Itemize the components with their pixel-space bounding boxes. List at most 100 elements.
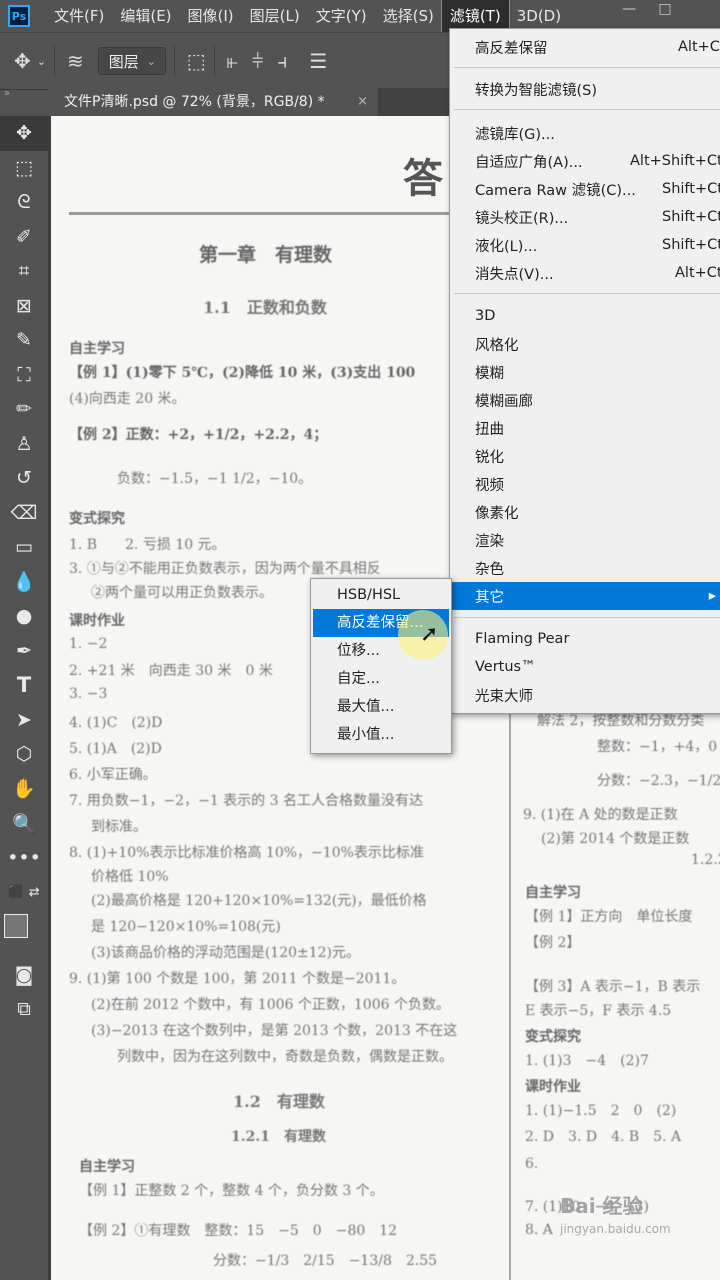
text-line: ②两个量可以用正负数表示。: [91, 585, 273, 601]
quick-mask-icon[interactable]: ◙: [0, 958, 48, 993]
menu-item-stylize[interactable]: 风格化: [450, 330, 720, 358]
watermark-url: jingyan.baidu.com: [560, 1222, 671, 1236]
color-swatches[interactable]: [0, 910, 48, 958]
swap-colors-icon[interactable]: ⬛ ⇄: [0, 875, 48, 910]
menu-select[interactable]: 选择(S): [375, 0, 442, 32]
brush-tool-icon[interactable]: ✏: [0, 392, 48, 427]
menu-item-convert-smart-filters[interactable]: 转换为智能滤镜(S): [450, 75, 720, 103]
text-line: 2. +21 米 向西走 30 米 0 米: [69, 663, 273, 679]
minimize-icon[interactable]: —: [614, 0, 644, 20]
move-tool-icon[interactable]: ✥: [0, 116, 48, 151]
marquee-tool-icon[interactable]: ⬚: [0, 151, 48, 186]
menu-item-label: 模糊画廊: [475, 393, 533, 410]
eraser-tool-icon[interactable]: ⌫: [0, 496, 48, 531]
zoom-tool-icon[interactable]: 🔍: [0, 806, 48, 841]
auto-select-dropdown[interactable]: 图层 ⌄: [97, 47, 166, 75]
menu-item-adaptive-wide-angle[interactable]: 自适应广角(A)... Alt+Shift+Ct: [450, 147, 720, 175]
stamp-tool-icon[interactable]: ♙: [0, 427, 48, 462]
menu-item-label: 视频: [475, 477, 504, 494]
submenu-item-minimum[interactable]: 最小值...: [313, 721, 449, 749]
align-center-icon[interactable]: ⫩: [252, 49, 263, 73]
menu-item-shortcut: Alt+C: [678, 39, 720, 55]
menu-item-distort[interactable]: 扭曲: [450, 414, 720, 442]
menu-item-3d[interactable]: 3D: [450, 302, 720, 330]
frame-tool-icon[interactable]: ⊠: [0, 289, 48, 324]
text-line: 【例 2】正数：+2，+1/2，+2.2，4；: [69, 427, 328, 443]
menu-item-blur[interactable]: 模糊: [450, 358, 720, 386]
document-tab-title: 文件P清晰.psd @ 72% (背景，RGB/8) *: [64, 94, 325, 110]
menu-item-label: 锐化: [475, 449, 504, 466]
menu-item-lens-correction[interactable]: 镜头校正(R)... Shift+Ct: [450, 203, 720, 231]
menu-image[interactable]: 图像(I): [180, 0, 242, 32]
more-tools-icon[interactable]: •••: [0, 841, 48, 876]
screen-mode-icon[interactable]: ⧉: [0, 992, 48, 1027]
menu-item-noise[interactable]: 杂色: [450, 554, 720, 582]
menu-item-shortcut: Alt+Ct: [675, 265, 720, 281]
text-line: 9. (1)在 A 处的数是正数: [523, 807, 678, 823]
menu-item-filter-gallery[interactable]: 滤镜库(G)...: [450, 119, 720, 147]
menu-item-label: Flaming Pear: [475, 631, 570, 647]
pen-tool-icon[interactable]: ✒: [0, 634, 48, 669]
lasso-tool-icon[interactable]: ᘓ: [0, 185, 48, 220]
collapse-panel-icon[interactable]: »: [0, 88, 52, 106]
transform-controls-icon[interactable]: ⬚: [187, 49, 206, 73]
text-line: 3. −3: [69, 686, 108, 702]
filter-menu: 高反差保留 Alt+C 转换为智能滤镜(S) 滤镜库(G)... 自适应广角(A…: [449, 28, 720, 714]
dodge-tool-icon[interactable]: ●: [0, 599, 48, 634]
submenu-item-maximum[interactable]: 最大值...: [313, 693, 449, 721]
gradient-tool-icon[interactable]: ▭: [0, 530, 48, 565]
text-line: (2)第 2014 个数是正数: [541, 831, 690, 847]
menu-item-vanishing-point[interactable]: 消失点(V)... Alt+Ct: [450, 259, 720, 287]
close-icon[interactable]: ×: [357, 88, 368, 116]
menu-item-pixelate[interactable]: 像素化: [450, 498, 720, 526]
menu-item-render[interactable]: 渲染: [450, 526, 720, 554]
text-line: 7. 用负数−1，−2，−1 表示的 3 名工人合格数量没有达: [69, 793, 423, 809]
healing-brush-tool-icon[interactable]: ⛶: [0, 358, 48, 393]
toolbox: ✥ ⬚ ᘓ ✐ ⌗ ⊠ ✎ ⛶ ✏ ♙ ↺ ⌫ ▭ 💧 ● ✒ T ➤ ⬡ ✋ …: [0, 116, 49, 1280]
menu-item-sharpen[interactable]: 锐化: [450, 442, 720, 470]
menu-item-other[interactable]: 其它 ▸: [450, 582, 720, 610]
menu-item-label: 镜头校正(R)...: [475, 210, 569, 227]
menu-item-camera-raw[interactable]: Camera Raw 滤镜(C)... Shift+Ct: [450, 175, 720, 203]
type-tool-icon[interactable]: T: [0, 668, 48, 703]
align-right-icon[interactable]: ⫞: [277, 49, 287, 73]
layers-icon[interactable]: ≋: [67, 49, 84, 73]
menu-item-shortcut: Alt+Shift+Ct: [630, 153, 720, 169]
menu-item-high-pass-repeat[interactable]: 高反差保留 Alt+C: [450, 33, 720, 61]
auto-select-value: 图层: [108, 52, 139, 71]
menu-item-flaming-pear[interactable]: Flaming Pear: [450, 625, 720, 653]
submenu-item-hsb-hsl[interactable]: HSB/HSL: [313, 581, 449, 609]
quick-select-tool-icon[interactable]: ✐: [0, 220, 48, 255]
document-tab[interactable]: 文件P清晰.psd @ 72% (背景，RGB/8) * ×: [48, 88, 378, 116]
chevron-down-icon[interactable]: ⌄: [37, 55, 46, 68]
path-select-tool-icon[interactable]: ➤: [0, 703, 48, 738]
text-line: 1. B 2. 亏损 10 元。: [69, 537, 226, 553]
menu-layer[interactable]: 图层(L): [242, 0, 308, 32]
menu-item-liquify[interactable]: 液化(L)... Shift+Ct: [450, 231, 720, 259]
menu-item-label: 杂色: [475, 561, 504, 578]
submenu-item-custom[interactable]: 自定...: [313, 665, 449, 693]
shape-tool-icon[interactable]: ⬡: [0, 737, 48, 772]
menu-type[interactable]: 文字(Y): [308, 0, 375, 32]
history-brush-tool-icon[interactable]: ↺: [0, 461, 48, 496]
align-left-icon[interactable]: ⫦: [227, 49, 238, 73]
align-top-icon[interactable]: ☰: [309, 49, 327, 73]
text-line: 8. A: [525, 1222, 553, 1238]
menu-item-vertus[interactable]: Vertus™: [450, 653, 720, 681]
menu-item-video[interactable]: 视频: [450, 470, 720, 498]
menu-item-shortcut: Shift+Ct: [662, 209, 720, 225]
blur-tool-icon[interactable]: 💧: [0, 565, 48, 600]
maximize-icon[interactable]: □: [650, 0, 680, 20]
menu-item-label: 其它: [475, 589, 504, 606]
text-line: 【例 2】: [525, 935, 581, 951]
foreground-color-swatch[interactable]: [4, 913, 28, 938]
eyedropper-tool-icon[interactable]: ✎: [0, 323, 48, 358]
menu-item-label: Vertus™: [475, 659, 536, 675]
hand-tool-icon[interactable]: ✋: [0, 772, 48, 807]
move-icon[interactable]: ✥: [14, 49, 31, 73]
menu-file[interactable]: 文件(F): [46, 0, 112, 32]
menu-item-blur-gallery[interactable]: 模糊画廊: [450, 386, 720, 414]
crop-tool-icon[interactable]: ⌗: [0, 254, 48, 289]
menu-edit[interactable]: 编辑(E): [112, 0, 179, 32]
menu-item-light-master[interactable]: 光束大师: [450, 681, 720, 709]
